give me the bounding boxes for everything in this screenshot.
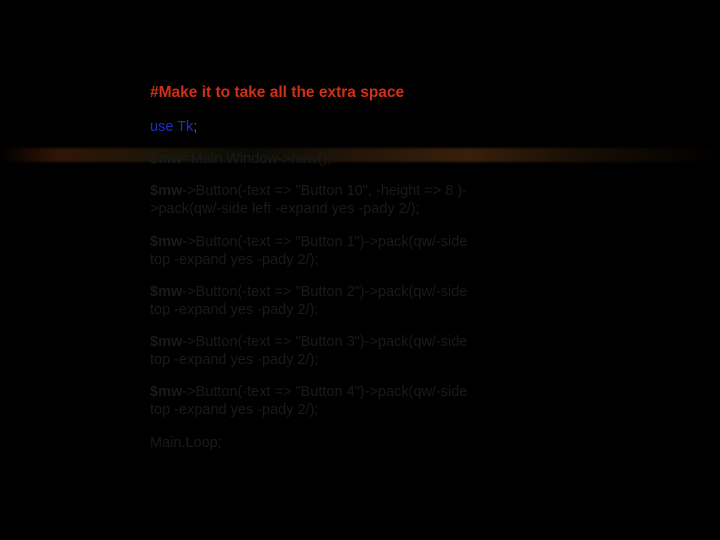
keyword-use: use <box>150 119 177 135</box>
code-line-button3: $mw->Button(-text => "Button 3")->pack(q… <box>150 333 470 369</box>
code-rest: =Main.Window->new(); <box>182 151 331 167</box>
code-rest: ->Button(-text => "Button 3")->pack(qw/-… <box>150 334 467 368</box>
module-tk: Tk <box>177 119 193 135</box>
variable-mw: $mw <box>150 334 182 350</box>
code-line-mainloop: Main.Loop; <box>150 434 470 452</box>
variable-mw: $mw <box>150 151 182 167</box>
code-line-button10: $mw->Button(-text => "Button 10", -heigh… <box>150 182 470 218</box>
code-line-button1: $mw->Button(-text => "Button 1")->pack(q… <box>150 233 470 269</box>
code-rest: ->Button(-text => "Button 1")->pack(qw/-… <box>150 234 467 268</box>
code-line-mw-new: $mw=Main.Window->new(); <box>150 150 470 168</box>
slide-title: #Make it to take all the extra space <box>150 84 470 102</box>
code-line-button2: $mw->Button(-text => "Button 2")->pack(q… <box>150 283 470 319</box>
variable-mw: $mw <box>150 384 182 400</box>
code-rest: ->Button(-text => "Button 4")->pack(qw/-… <box>150 384 467 418</box>
code-line-use: use Tk; <box>150 118 470 136</box>
semicolon: ; <box>193 119 197 135</box>
code-rest: ->Button(-text => "Button 10", -height =… <box>150 183 467 217</box>
slide-content: #Make it to take all the extra space use… <box>150 84 470 466</box>
code-rest: ->Button(-text => "Button 2")->pack(qw/-… <box>150 284 467 318</box>
code-line-button4: $mw->Button(-text => "Button 4")->pack(q… <box>150 383 470 419</box>
variable-mw: $mw <box>150 183 182 199</box>
variable-mw: $mw <box>150 234 182 250</box>
variable-mw: $mw <box>150 284 182 300</box>
